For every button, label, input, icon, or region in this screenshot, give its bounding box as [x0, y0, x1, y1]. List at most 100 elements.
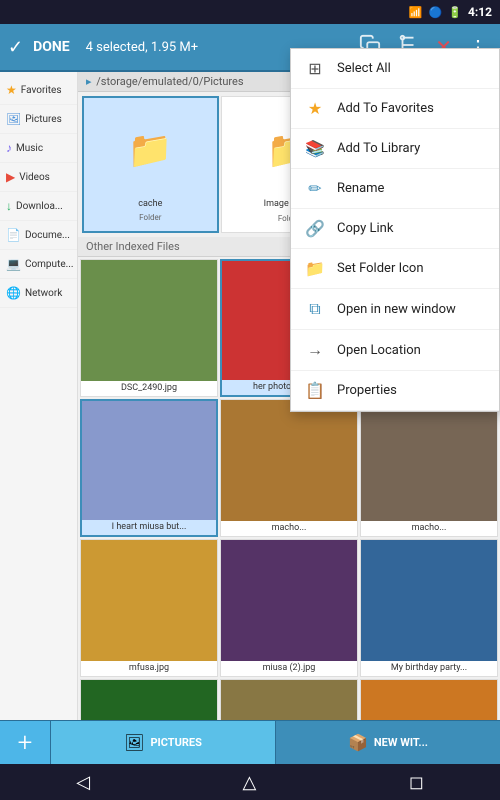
add-tab-button[interactable]: + — [0, 721, 50, 764]
menu-copy-link-label: Copy Link — [337, 221, 393, 236]
image-puppydogeyes2-thumb — [361, 680, 497, 720]
image-heart-miusa2-thumb — [82, 401, 216, 520]
image-macho2-thumb — [361, 400, 497, 521]
wifi-icon: 📶 — [409, 6, 423, 19]
menu-item-rename[interactable]: ✏ Rename — [291, 169, 499, 209]
image-puppydogeyes2[interactable]: puppydogeyes... — [360, 679, 498, 720]
folder-cache-label: cache — [136, 197, 164, 212]
menu-add-favorites-label: Add To Favorites — [337, 101, 434, 116]
battery-icon: 🔋 — [448, 6, 462, 19]
image-mfusa-thumb — [81, 540, 217, 661]
folder-icon: 📁 — [128, 129, 173, 171]
menu-item-open-location[interactable]: → Open Location — [291, 330, 499, 371]
image-miusa2-thumb — [221, 540, 357, 661]
menu-item-set-folder-icon[interactable]: 📁 Set Folder Icon — [291, 249, 499, 289]
tab-new-wit[interactable]: 📦 NEW WIT... — [275, 721, 500, 764]
path-text: /storage/emulated/0/Pictures — [96, 75, 243, 88]
menu-open-new-window-icon: ⧉ — [305, 299, 325, 319]
menu-add-library-label: Add To Library — [337, 141, 420, 156]
menu-item-properties[interactable]: 📋 Properties — [291, 371, 499, 411]
menu-item-select-all[interactable]: ⊞ Select All — [291, 49, 499, 89]
tab-pictures-icon: 🖼 — [124, 733, 144, 752]
menu-open-new-window-label: Open in new window — [337, 302, 456, 317]
image-macho-label: macho... — [270, 521, 309, 536]
menu-item-copy-link[interactable]: 🔗 Copy Link — [291, 209, 499, 249]
sidebar-documents-label: Docume... — [25, 230, 70, 241]
menu-set-folder-icon-label: Set Folder Icon — [337, 261, 424, 276]
check-icon: ✓ — [8, 37, 23, 58]
recents-button[interactable]: ◻ — [409, 772, 424, 793]
menu-item-open-new-window[interactable]: ⧉ Open in new window — [291, 289, 499, 330]
tab-pictures[interactable]: 🖼 PICTURES — [50, 721, 275, 764]
image-heart-miusa2[interactable]: I heart miusa but... — [80, 399, 218, 537]
image-macho-thumb — [221, 400, 357, 521]
tab-bar: + 🖼 PICTURES 📦 NEW WIT... — [0, 720, 500, 764]
tab-new-wit-icon: 📦 — [348, 733, 368, 752]
sidebar: ★Favorites🖼Pictures ♪ Music ▶ Videos ↓ Downloa… — [0, 72, 78, 720]
status-bar: 📶 🔵 🔋 4:12 — [0, 0, 500, 24]
sidebar-computer-icon: 💻 — [6, 257, 21, 271]
menu-open-location-label: Open Location — [337, 343, 421, 358]
image-puppydogeyes1[interactable]: puppydogeyes... — [220, 679, 358, 720]
plus-icon: + — [18, 728, 33, 758]
sidebar-item-network[interactable]: 🌐 Network — [0, 279, 77, 308]
menu-select-all-icon: ⊞ — [305, 59, 325, 78]
sidebar-videos-icon: ▶ — [6, 170, 15, 184]
sidebar-documents-icon: 📄 — [6, 228, 21, 242]
sidebar-item-videos[interactable]: ▶ Videos — [0, 163, 77, 192]
sidebar-item-favorites[interactable]: ★Favorites — [0, 76, 77, 105]
menu-item-add-library[interactable]: 📚 Add To Library — [291, 129, 499, 169]
image-birthday-party1-thumb — [361, 540, 497, 661]
image-mfusa[interactable]: mfusa.jpg — [80, 539, 218, 677]
sidebar-item-documents[interactable]: 📄 Docume... — [0, 221, 77, 250]
sidebar-network-label: Network — [25, 288, 62, 299]
sidebar-favorites-icon: ★ — [6, 83, 17, 97]
menu-copy-link-icon: 🔗 — [305, 219, 325, 238]
folder-cache[interactable]: 📁 cache Folder — [82, 96, 219, 233]
image-macho2-label: macho... — [410, 521, 449, 536]
sidebar-computer-label: Compute... — [25, 259, 74, 270]
tab-pictures-label: PICTURES — [150, 736, 201, 749]
image-dsc2490-thumb — [81, 260, 217, 381]
image-miusa2[interactable]: miusa (2).jpg — [220, 539, 358, 677]
sidebar-network-icon: 🌐 — [6, 286, 21, 300]
image-birthday-party1-label: My birthday party... — [389, 661, 469, 676]
sidebar-item-pictures[interactable]: 🖼Pictures — [0, 105, 77, 134]
sidebar-item-downloads[interactable]: ↓ Downloa... — [0, 192, 77, 221]
menu-properties-icon: 📋 — [305, 381, 325, 400]
image-birthday-party1[interactable]: My birthday party... — [360, 539, 498, 677]
sidebar-item-music[interactable]: ♪ Music — [0, 134, 77, 163]
sidebar-downloads-icon: ↓ — [6, 199, 12, 213]
menu-rename-icon: ✏ — [305, 179, 325, 198]
path-arrow: ▸ — [86, 75, 92, 88]
home-button[interactable]: △ — [243, 772, 257, 793]
done-button[interactable]: DONE — [33, 39, 70, 55]
sidebar-item-computer[interactable]: 💻 Compute... — [0, 250, 77, 279]
folder-cache-thumb: 📁 — [84, 104, 217, 197]
status-time: 4:12 — [468, 5, 492, 19]
menu-set-folder-icon-icon: 📁 — [305, 259, 325, 278]
sidebar-downloads-label: Downloa... — [16, 201, 63, 212]
menu-properties-label: Properties — [337, 383, 397, 398]
sidebar-pictures-label: Pictures — [25, 114, 62, 125]
back-button[interactable]: ◁ — [76, 772, 90, 793]
image-puppydogeyes1-thumb — [221, 680, 357, 720]
sidebar-videos-label: Videos — [19, 172, 50, 183]
menu-rename-label: Rename — [337, 181, 384, 196]
image-macho2[interactable]: macho... — [360, 399, 498, 537]
sidebar-music-icon: ♪ — [6, 141, 12, 155]
image-macho[interactable]: macho... — [220, 399, 358, 537]
menu-add-favorites-icon: ★ — [305, 99, 325, 118]
image-miusa2-label: miusa (2).jpg — [261, 661, 318, 676]
sidebar-music-label: Music — [16, 143, 43, 154]
image-dsc2490[interactable]: DSC_2490.jpg — [80, 259, 218, 397]
folder-cache-sublabel: Folder — [137, 211, 163, 225]
context-menu: ⊞ Select All ★ Add To Favorites 📚 Add To… — [290, 48, 500, 412]
tab-new-wit-label: NEW WIT... — [374, 736, 428, 749]
image-birthday-party2[interactable]: My birthday party... — [80, 679, 218, 720]
menu-item-add-favorites[interactable]: ★ Add To Favorites — [291, 89, 499, 129]
menu-open-location-icon: → — [305, 340, 325, 360]
image-birthday-party2-thumb — [81, 680, 217, 720]
menu-select-all-label: Select All — [337, 61, 391, 76]
image-dsc2490-label: DSC_2490.jpg — [119, 381, 179, 396]
